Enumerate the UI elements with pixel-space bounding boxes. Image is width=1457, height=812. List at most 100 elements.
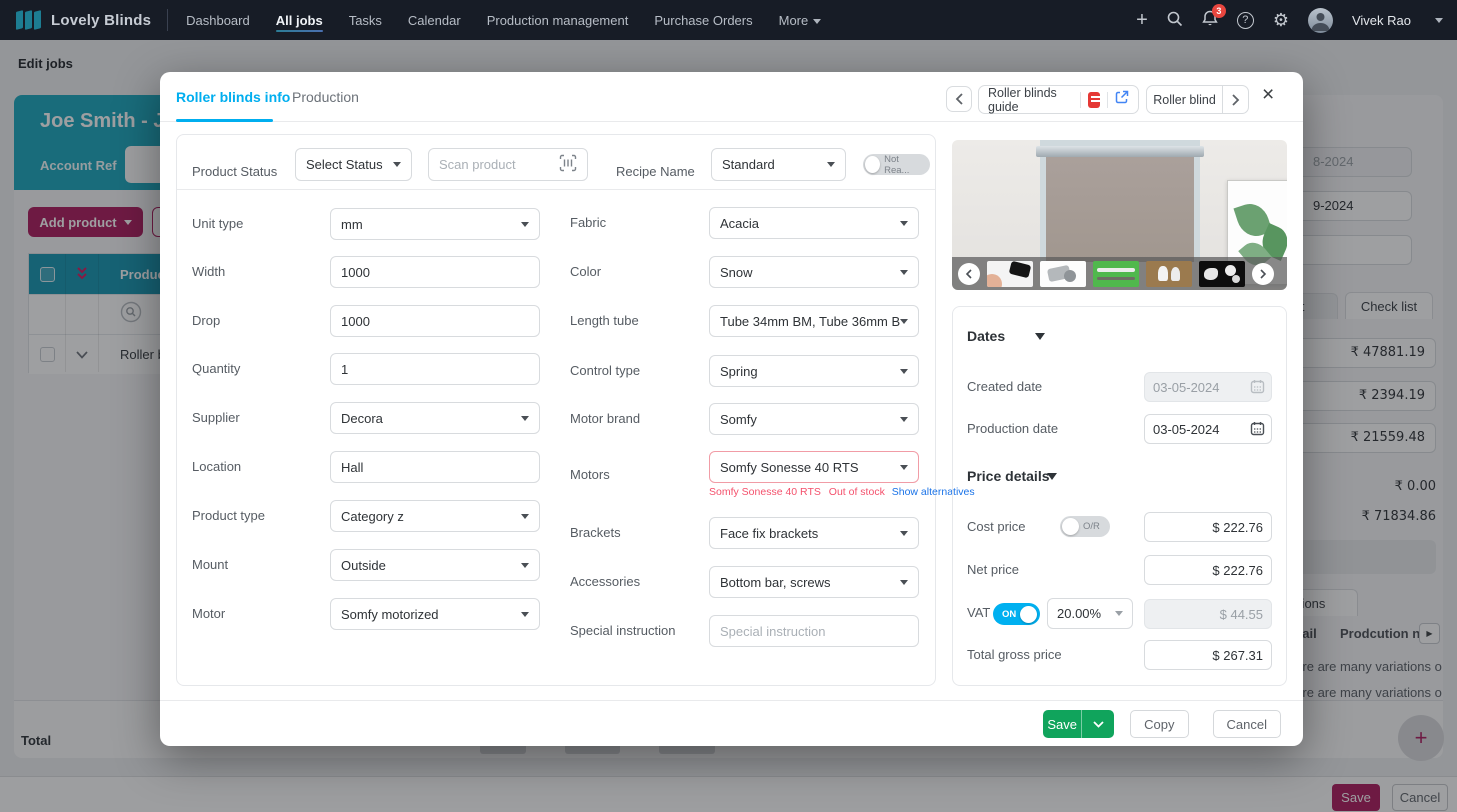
- thumbnail-tube[interactable]: [1093, 260, 1139, 287]
- close-icon[interactable]: ×: [1262, 83, 1274, 107]
- search-icon[interactable]: [1167, 11, 1183, 30]
- location-label: Location: [192, 459, 242, 474]
- nav-item-dashboard[interactable]: Dashboard: [186, 1, 250, 40]
- toggle-label: ON: [1002, 608, 1017, 620]
- help-icon[interactable]: ?: [1236, 11, 1254, 29]
- toggle-label: O/R: [1083, 521, 1100, 532]
- color-select[interactable]: Snow: [709, 256, 919, 288]
- chevron-down-icon: [900, 220, 908, 226]
- total-gross-price-label: Total gross price: [967, 647, 1062, 662]
- save-button[interactable]: Save: [1043, 710, 1082, 738]
- brackets-select[interactable]: Face fix brackets: [709, 517, 919, 549]
- carousel-next-button[interactable]: [1252, 262, 1274, 285]
- notifications-bell-icon[interactable]: 3: [1202, 4, 1226, 30]
- scan-product-input[interactable]: Scan product: [428, 148, 588, 181]
- active-tab-underline: [176, 119, 273, 122]
- location-input[interactable]: [330, 451, 540, 483]
- control-type-select[interactable]: Spring: [709, 355, 919, 387]
- select-value: Acacia: [720, 215, 760, 231]
- add-icon[interactable]: +: [1136, 10, 1148, 30]
- copy-button[interactable]: Copy: [1130, 710, 1189, 738]
- thumbnail-bracket[interactable]: [1040, 260, 1086, 287]
- product-type-select[interactable]: Category z: [330, 500, 540, 532]
- brand-name: Lovely Blinds: [51, 11, 152, 29]
- tab-roller-blinds-info[interactable]: Roller blinds info: [176, 72, 290, 122]
- mount-select[interactable]: Outside: [330, 549, 540, 581]
- product-status-select[interactable]: Select Status: [295, 148, 412, 181]
- accessories-select[interactable]: Bottom bar, screws: [709, 566, 919, 598]
- guide-button-label: Roller blinds guide: [988, 85, 1057, 114]
- mount-label: Mount: [192, 557, 229, 572]
- price-collapse-chevron-icon[interactable]: [1047, 473, 1057, 480]
- product-button-label: Roller blind: [1153, 92, 1216, 107]
- save-options-chevron-button[interactable]: [1081, 710, 1115, 738]
- nav-item-purchase-orders[interactable]: Purchase Orders: [654, 1, 752, 40]
- toggle-knob: [1062, 518, 1079, 535]
- chevron-down-icon: [900, 530, 908, 536]
- accessories-label: Accessories: [570, 574, 641, 589]
- tab-production[interactable]: Production: [292, 72, 359, 122]
- next-product-button[interactable]: [1222, 85, 1249, 114]
- nav-item-calendar[interactable]: Calendar: [408, 1, 461, 40]
- user-menu-chevron-icon[interactable]: [1435, 17, 1443, 23]
- chevron-down-icon: [521, 562, 529, 568]
- recipe-name-select[interactable]: Standard: [711, 148, 846, 181]
- dates-collapse-chevron-icon[interactable]: [1035, 333, 1045, 340]
- net-price-label: Net price: [967, 562, 1020, 577]
- nav-item-production-management[interactable]: Production management: [487, 1, 629, 40]
- select-value: Standard: [722, 157, 775, 172]
- barcode-scan-icon[interactable]: [559, 154, 577, 175]
- avatar[interactable]: [1307, 7, 1333, 33]
- motor-brand-select[interactable]: Somfy: [709, 403, 919, 435]
- length-tube-select[interactable]: Tube 34mm BM, Tube 36mm B...: [709, 305, 919, 337]
- modal-tabbar: Roller blinds info Production Roller bli…: [160, 72, 1303, 122]
- total-gross-price-input[interactable]: [1144, 640, 1272, 670]
- current-product-button[interactable]: Roller blind: [1146, 85, 1223, 114]
- nav-item-more[interactable]: More: [779, 1, 822, 40]
- nav-item-tasks[interactable]: Tasks: [349, 1, 382, 40]
- brackets-label: Brackets: [570, 525, 621, 540]
- roller-blinds-guide-button[interactable]: Roller blinds guide: [978, 85, 1139, 114]
- select-value: Somfy motorized: [341, 606, 439, 622]
- details-panel: [952, 306, 1287, 686]
- toggle-knob: [865, 156, 881, 173]
- width-input[interactable]: [330, 256, 540, 288]
- chevron-down-icon: [393, 162, 401, 167]
- net-price-input[interactable]: [1144, 555, 1272, 585]
- cancel-button[interactable]: Cancel: [1212, 710, 1281, 738]
- motor-select[interactable]: Somfy motorized: [330, 598, 540, 630]
- supplier-label: Supplier: [192, 410, 240, 425]
- thumbnail-brackets-cork[interactable]: [1146, 260, 1192, 287]
- supplier-select[interactable]: Decora: [330, 402, 540, 434]
- special-instruction-input[interactable]: [709, 615, 919, 647]
- quantity-input[interactable]: [330, 353, 540, 385]
- fabric-select[interactable]: Acacia: [709, 207, 919, 239]
- vat-toggle[interactable]: ON: [993, 603, 1040, 625]
- thumbnail-remote[interactable]: [987, 260, 1033, 287]
- drop-input[interactable]: [330, 305, 540, 337]
- pdf-icon[interactable]: [1087, 91, 1101, 108]
- brand[interactable]: Lovely Blinds: [0, 10, 152, 30]
- created-date-field: [1144, 372, 1272, 402]
- chevron-down-icon: [900, 269, 908, 275]
- not-ready-toggle[interactable]: Not Rea...: [863, 154, 930, 176]
- unit-type-select[interactable]: mm: [330, 208, 540, 240]
- top-navigation: Lovely Blinds Dashboard All jobs Tasks C…: [0, 0, 1457, 40]
- product-status-label: Product Status: [192, 164, 278, 179]
- external-link-icon[interactable]: [1115, 90, 1129, 109]
- carousel-prev-button[interactable]: [958, 262, 980, 285]
- cost-price-input[interactable]: [1144, 512, 1272, 542]
- nav-item-all-jobs[interactable]: All jobs: [275, 1, 323, 40]
- motors-select[interactable]: Somfy Sonesse 40 RTS: [709, 451, 919, 483]
- settings-gear-icon[interactable]: ⚙: [1273, 11, 1289, 29]
- cost-override-toggle[interactable]: O/R: [1060, 516, 1110, 537]
- vat-amount-input: [1144, 599, 1272, 629]
- width-label: Width: [192, 264, 226, 279]
- calendar-icon[interactable]: [1250, 421, 1265, 441]
- thumbnail-parts[interactable]: [1199, 260, 1245, 287]
- prev-product-button[interactable]: [946, 86, 972, 112]
- production-date-field[interactable]: [1144, 414, 1272, 444]
- motors-error-message: Somfy Sonesse 40 RTS Out of stock Show a…: [709, 486, 975, 498]
- error-item: Somfy Sonesse 40 RTS: [709, 486, 821, 498]
- vat-rate-select[interactable]: 20.00%: [1047, 598, 1133, 629]
